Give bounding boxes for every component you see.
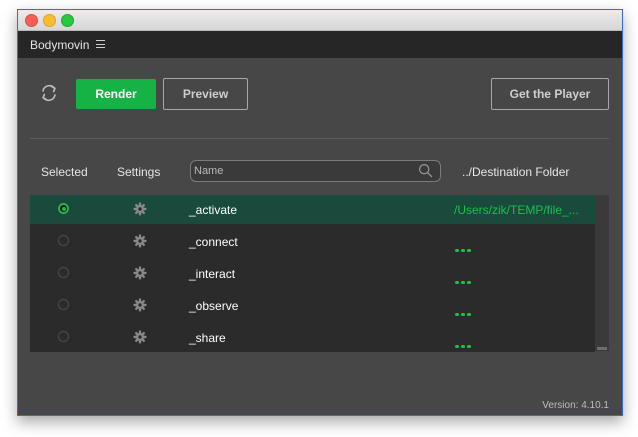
maximize-window-button[interactable] <box>61 14 74 27</box>
table-row[interactable]: _interact <box>30 259 595 288</box>
table-row[interactable]: _activate /Users/zik/TEMP/file_... <box>30 195 595 224</box>
ellipsis-icon[interactable] <box>455 303 475 316</box>
gear-icon[interactable] <box>133 330 147 344</box>
panel-title: Bodymovin <box>30 38 90 52</box>
search-icon <box>418 163 433 178</box>
select-radio[interactable] <box>58 235 69 246</box>
composition-list: _activate /Users/zik/TEMP/file_... _conn… <box>30 195 595 352</box>
search-box[interactable] <box>190 160 441 182</box>
table-row[interactable]: _share <box>30 323 595 352</box>
gear-icon[interactable] <box>133 234 147 248</box>
composition-name: _interact <box>189 267 236 281</box>
ellipsis-icon[interactable] <box>455 239 475 252</box>
get-player-button[interactable]: Get the Player <box>491 78 609 110</box>
table-row[interactable]: _observe <box>30 291 595 320</box>
ellipsis-icon[interactable] <box>455 335 475 348</box>
composition-name: _share <box>189 331 226 345</box>
minimize-window-button[interactable] <box>43 14 56 27</box>
version-label: Version: 4.10.1 <box>542 400 609 411</box>
list-scrollbar[interactable] <box>595 195 609 351</box>
composition-name: _connect <box>189 235 238 249</box>
column-header-settings: Settings <box>117 165 161 179</box>
window-titlebar[interactable] <box>18 10 622 31</box>
render-button[interactable]: Render <box>76 79 156 109</box>
panel-header: Bodymovin <box>18 31 622 58</box>
close-window-button[interactable] <box>25 14 38 27</box>
select-radio[interactable] <box>58 299 69 310</box>
gear-icon[interactable] <box>133 266 147 280</box>
destination-path[interactable]: /Users/zik/TEMP/file_... <box>454 203 594 217</box>
column-header-destination: ../Destination Folder <box>462 165 570 179</box>
select-radio[interactable] <box>58 203 69 214</box>
table-row[interactable]: _connect <box>30 227 595 256</box>
hamburger-menu-icon[interactable] <box>96 40 105 48</box>
select-radio[interactable] <box>58 331 69 342</box>
gear-icon[interactable] <box>133 202 147 216</box>
refresh-icon[interactable] <box>38 82 60 104</box>
composition-name: _observe <box>189 299 239 313</box>
gear-icon[interactable] <box>133 298 147 312</box>
preview-button[interactable]: Preview <box>163 78 248 110</box>
select-radio[interactable] <box>58 267 69 278</box>
ellipsis-icon[interactable] <box>455 271 475 284</box>
section-divider <box>30 138 609 139</box>
scrollbar-thumb[interactable] <box>597 347 607 350</box>
column-header-selected: Selected <box>41 165 88 179</box>
composition-name: _activate <box>189 203 238 217</box>
bodymovin-window: Bodymovin Render Preview Get the Player … <box>17 9 623 416</box>
search-input[interactable] <box>194 163 414 179</box>
